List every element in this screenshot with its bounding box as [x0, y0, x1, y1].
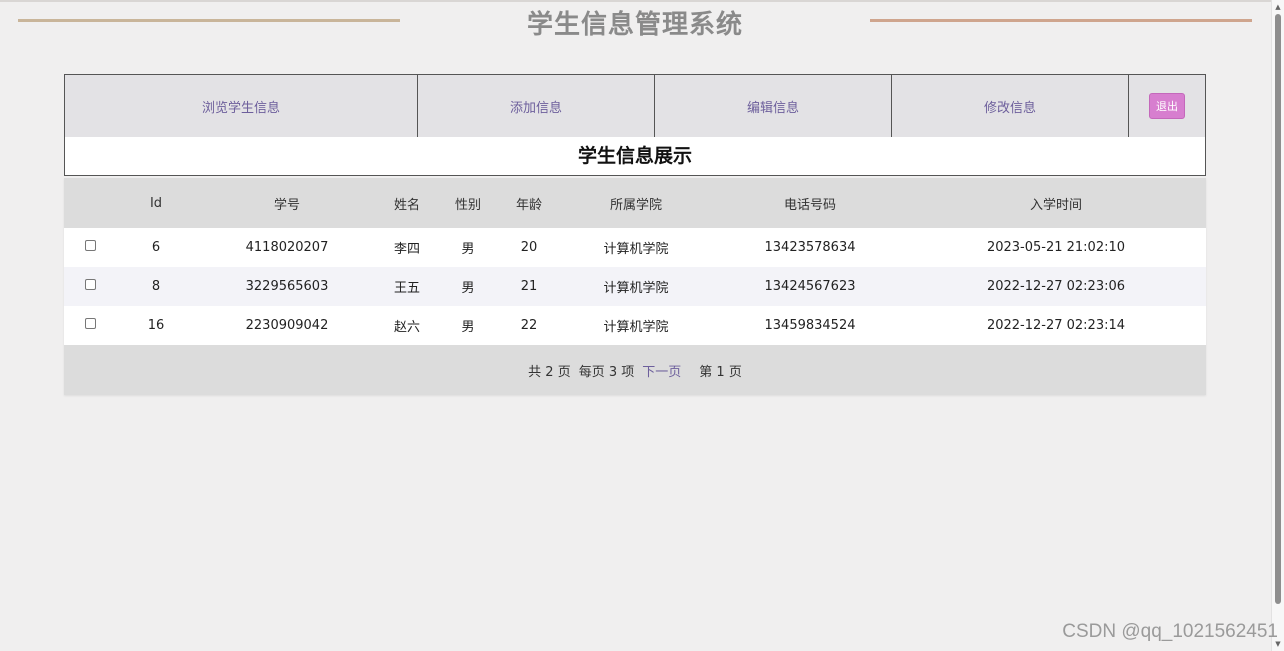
next-page-link[interactable]: 下一页	[642, 361, 681, 380]
cell-name: 李四	[393, 242, 420, 257]
cell-student-no: 3229565603	[245, 279, 329, 294]
header-select	[64, 178, 116, 228]
scroll-thumb[interactable]	[1275, 14, 1281, 604]
exit-button[interactable]: 退出	[1149, 93, 1185, 119]
cell-student-no: 2230909042	[245, 318, 329, 333]
pager-current: 第 1 页	[699, 364, 742, 380]
cell-enrolled: 2022-12-27 02:23:06	[986, 279, 1126, 294]
cell-phone: 13459834524	[764, 318, 856, 333]
cell-age: 21	[520, 279, 538, 294]
cell-phone: 13423578634	[764, 240, 856, 255]
cell-gender: 男	[461, 320, 475, 335]
watermark: CSDN @qq_1021562451	[1062, 621, 1278, 642]
header-phone: 电话号码	[783, 197, 836, 213]
cell-age: 20	[520, 240, 538, 255]
header-age: 年龄	[515, 197, 542, 213]
cell-college: 计算机学院	[603, 242, 669, 257]
table-header-row: Id 学号 姓名 性别 年龄 所属学院 电话号码 入学时间	[64, 178, 1206, 228]
nav-exit-cell: 退出	[1129, 75, 1205, 137]
cell-college: 计算机学院	[603, 281, 669, 296]
row-checkbox[interactable]	[84, 318, 96, 329]
cell-gender: 男	[461, 242, 475, 257]
vertical-scrollbar[interactable]: ▲ ▼	[1271, 0, 1284, 651]
cell-college: 计算机学院	[603, 320, 669, 335]
header-name: 姓名	[393, 197, 420, 213]
nav-edit-info[interactable]: 编辑信息	[655, 75, 892, 137]
cell-id: 16	[147, 318, 165, 333]
page-title: 学生信息管理系统	[526, 10, 743, 40]
cell-id: 8	[151, 279, 161, 294]
row-checkbox[interactable]	[84, 240, 96, 251]
cell-gender: 男	[461, 281, 475, 296]
header-id: Id	[149, 195, 163, 211]
table-row: 8 3229565603 王五 男 21 计算机学院 13424567623 2…	[64, 267, 1206, 306]
nav-modify-info[interactable]: 修改信息	[892, 75, 1129, 137]
student-table-container: Id 学号 姓名 性别 年龄 所属学院 电话号码 入学时间 6 41180202…	[64, 178, 1206, 395]
cell-name: 王五	[393, 281, 420, 296]
header-college: 所属学院	[609, 197, 662, 213]
pagination: 共 2 页 每页 3 项 下一页 第 1 页	[64, 345, 1206, 395]
top-border	[0, 0, 1272, 2]
top-nav: 浏览学生信息 添加信息 编辑信息 修改信息 退出	[64, 74, 1206, 138]
pager-per-page: 每页 3 项	[578, 364, 635, 380]
table-row: 16 2230909042 赵六 男 22 计算机学院 13459834524 …	[64, 306, 1206, 345]
cell-phone: 13424567623	[764, 279, 856, 294]
nav-add-info[interactable]: 添加信息	[418, 75, 655, 137]
cell-id: 6	[151, 240, 161, 255]
table-row: 6 4118020207 李四 男 20 计算机学院 13423578634 2…	[64, 228, 1206, 267]
section-title: 学生信息展示	[64, 137, 1206, 176]
scroll-up-arrow-icon[interactable]: ▲	[1272, 2, 1284, 12]
cell-name: 赵六	[393, 320, 420, 335]
row-checkbox[interactable]	[84, 279, 96, 290]
cell-enrolled: 2022-12-27 02:23:14	[986, 318, 1126, 333]
cell-age: 22	[520, 318, 538, 333]
header-student-no: 学号	[273, 197, 300, 213]
cell-student-no: 4118020207	[245, 240, 329, 255]
nav-browse-students[interactable]: 浏览学生信息	[65, 75, 418, 137]
cell-enrolled: 2023-05-21 21:02:10	[986, 240, 1126, 255]
student-table: Id 学号 姓名 性别 年龄 所属学院 电话号码 入学时间 6 41180202…	[64, 178, 1206, 345]
header-enrolled: 入学时间	[1029, 197, 1082, 213]
pager-total: 共 2 页	[528, 364, 571, 380]
header-gender: 性别	[454, 197, 481, 213]
